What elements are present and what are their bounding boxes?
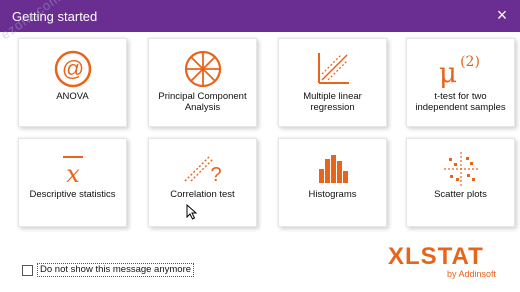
x-bar-icon: x bbox=[19, 149, 126, 188]
mu-icon: μ (2) bbox=[407, 49, 514, 89]
svg-text:(2): (2) bbox=[460, 54, 480, 70]
at-sign-icon: @ bbox=[19, 49, 126, 88]
logo-sub-text: by Addinsoft bbox=[446, 269, 496, 279]
svg-text:μ: μ bbox=[438, 56, 456, 89]
tile-histograms[interactable]: Histograms bbox=[278, 138, 387, 227]
regression-icon bbox=[279, 49, 386, 87]
title-bar: Getting started × bbox=[0, 0, 520, 32]
tile-correlation-test[interactable]: ? Correlation test bbox=[148, 138, 257, 227]
svg-text:?: ? bbox=[210, 164, 221, 186]
tile-descriptive-statistics[interactable]: x Descriptive statistics bbox=[18, 138, 127, 227]
close-button[interactable]: × bbox=[492, 5, 512, 25]
tile-label: Histograms bbox=[308, 189, 357, 200]
tile-label: Correlation test bbox=[170, 189, 235, 200]
do-not-show-checkbox-row[interactable]: Do not show this message anymore bbox=[22, 263, 195, 277]
tile-label: Principal Component Analysis bbox=[158, 91, 247, 113]
tile-label: Multiple linear regression bbox=[303, 91, 362, 113]
tile-label: t-test for two independent samples bbox=[415, 91, 506, 113]
tile-scatter-plots[interactable]: Scatter plots bbox=[406, 138, 515, 227]
svg-text:@: @ bbox=[61, 56, 83, 81]
tile-label: Descriptive statistics bbox=[29, 189, 116, 200]
tile-label: ANOVA bbox=[56, 91, 89, 102]
scatter-icon bbox=[407, 149, 514, 187]
tile-multiple-linear-regression[interactable]: Multiple linear regression bbox=[278, 38, 387, 127]
do-not-show-checkbox[interactable] bbox=[22, 264, 33, 276]
tile-t-test[interactable]: μ (2) t-test for two independent samples bbox=[406, 38, 515, 127]
tile-anova[interactable]: @ ANOVA bbox=[18, 38, 127, 127]
correlation-icon: ? bbox=[149, 149, 256, 187]
mouse-pointer-icon bbox=[186, 204, 198, 220]
pca-star-icon bbox=[149, 49, 256, 88]
svg-text:x: x bbox=[66, 160, 80, 188]
tile-pca[interactable]: Principal Component Analysis bbox=[148, 38, 257, 127]
xlstat-logo: XLSTAT by Addinsoft bbox=[388, 243, 508, 283]
logo-main-text: XLSTAT bbox=[388, 243, 484, 270]
checkbox-label[interactable]: Do not show this message anymore bbox=[37, 263, 195, 277]
histogram-icon bbox=[279, 149, 386, 187]
tile-label: Scatter plots bbox=[434, 189, 487, 200]
